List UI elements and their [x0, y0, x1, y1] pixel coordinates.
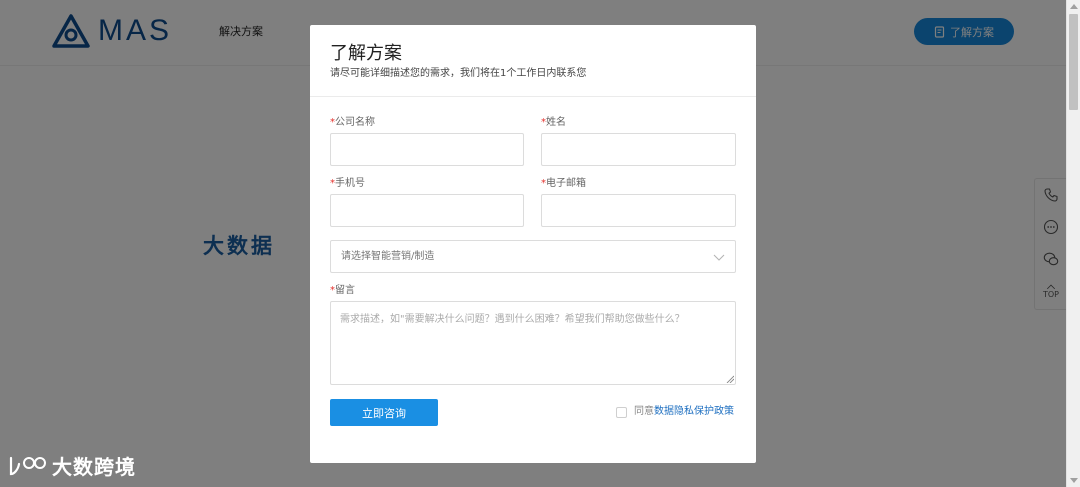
privacy-policy-link[interactable]: 数据隐私保护政策 — [654, 405, 734, 419]
watermark-logo-icon — [9, 456, 46, 476]
category-select-value: 请选择智能营销/制造 — [341, 251, 435, 262]
company-name-input[interactable] — [330, 133, 524, 166]
name-input[interactable] — [541, 133, 736, 166]
modal-header: 了解方案 请尽可能详细描述您的需求，我们将在1个工作日内联系您 — [310, 25, 756, 97]
learn-solution-modal: 了解方案 请尽可能详细描述您的需求，我们将在1个工作日内联系您 *公司名称 *姓… — [310, 25, 756, 463]
modal-title: 了解方案 — [330, 43, 402, 64]
email-label: *电子邮箱 — [541, 177, 586, 191]
name-label-text: 姓名 — [546, 117, 566, 128]
company-name-label-text: 公司名称 — [335, 117, 375, 128]
scroll-thumb[interactable] — [1069, 14, 1078, 110]
message-label-text: 留言 — [335, 285, 355, 296]
vertical-scrollbar[interactable] — [1066, 0, 1080, 487]
message-label: *留言 — [330, 284, 355, 298]
privacy-agree-checkbox[interactable] — [616, 406, 627, 418]
message-textarea[interactable] — [330, 301, 736, 385]
privacy-agreement: 同意 数据隐私保护政策 — [616, 405, 734, 419]
submit-inquiry-button[interactable]: 立即咨询 — [330, 399, 438, 426]
category-select[interactable]: 请选择智能营销/制造 — [330, 240, 736, 273]
modal-subtitle: 请尽可能详细描述您的需求，我们将在1个工作日内联系您 — [330, 68, 587, 79]
email-input[interactable] — [541, 194, 736, 227]
phone-label-text: 手机号 — [335, 178, 365, 189]
phone-label: *手机号 — [330, 177, 365, 191]
name-label: *姓名 — [541, 116, 566, 130]
resize-grip-icon[interactable] — [726, 375, 734, 383]
scroll-down-arrow-icon[interactable] — [1070, 478, 1078, 483]
email-label-text: 电子邮箱 — [546, 178, 586, 189]
scroll-up-arrow-icon[interactable] — [1070, 4, 1078, 9]
agree-text: 同意 — [634, 406, 654, 417]
phone-input[interactable] — [330, 194, 524, 227]
watermark: 大数跨境 — [8, 454, 136, 480]
company-name-label: *公司名称 — [330, 116, 375, 130]
chevron-down-icon — [713, 254, 725, 261]
watermark-text: 大数跨境 — [52, 455, 136, 479]
